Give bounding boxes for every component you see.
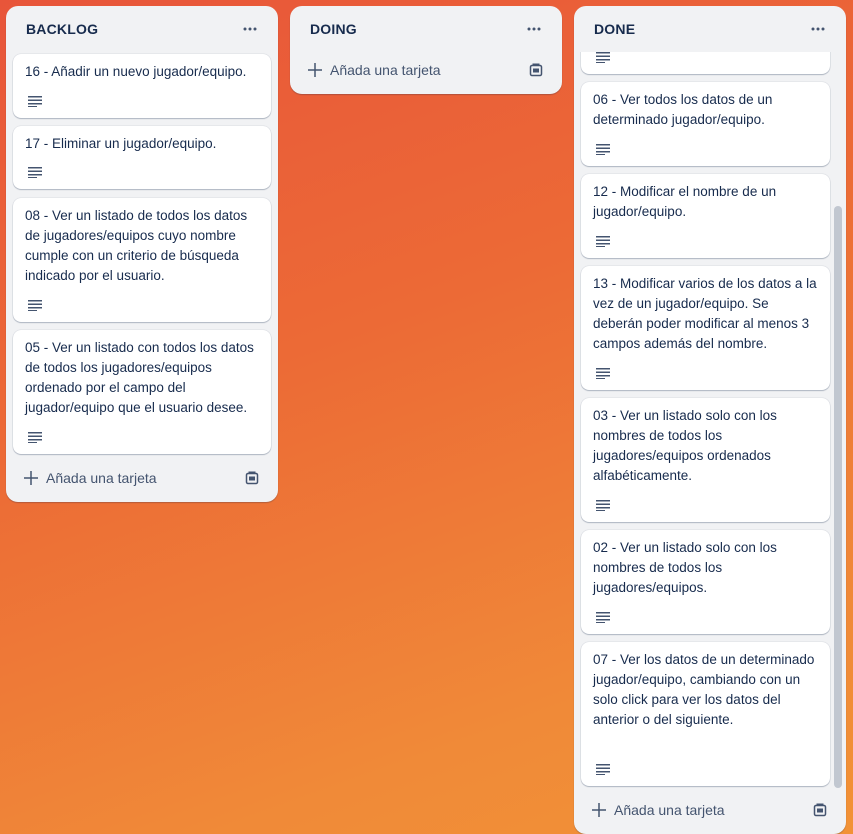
plus-icon [24, 471, 38, 485]
list-menu-button[interactable] [520, 15, 548, 43]
card-template-icon[interactable] [528, 62, 544, 78]
description-icon [596, 52, 610, 63]
card[interactable]: 12 - Modificar el nombre de un jugador/e… [581, 174, 830, 258]
card-title: 08 - Ver un listado de todos los datos d… [25, 208, 248, 283]
card[interactable]: 02 - Ver un listado solo con los nombres… [581, 530, 830, 634]
ellipsis-icon [811, 27, 825, 31]
list-header: DOING [290, 6, 562, 52]
card[interactable] [581, 52, 830, 74]
card[interactable]: 17 - Eliminar un jugador/equipo. [13, 126, 271, 189]
card-title: 13 - Modificar varios de los datos a la … [593, 276, 817, 351]
description-icon [28, 167, 42, 178]
done-card-scroll-area[interactable]: 06 - Ver todos los datos de un determina… [574, 52, 846, 788]
card[interactable]: 06 - Ver todos los datos de un determina… [581, 82, 830, 166]
ellipsis-icon [243, 27, 257, 31]
add-card-label: Añada una tarjeta [330, 62, 441, 78]
card[interactable]: 08 - Ver un listado de todos los datos d… [13, 198, 271, 322]
list-title[interactable]: DOING [310, 21, 357, 37]
list-menu-button[interactable] [236, 15, 264, 43]
list-backlog: BACKLOG 16 - Añadir un nuevo jugador/equ… [6, 6, 278, 502]
description-icon [28, 432, 42, 443]
card[interactable]: 05 - Ver un listado con todos los datos … [13, 330, 271, 454]
card-title: 16 - Añadir un nuevo jugador/equipo. [25, 64, 247, 79]
card[interactable]: 07 - Ver los datos de un determinado jug… [581, 642, 830, 786]
list-title[interactable]: BACKLOG [26, 21, 98, 37]
description-icon [596, 368, 610, 379]
add-card-label: Añada una tarjeta [614, 802, 725, 818]
card-title: 17 - Eliminar un jugador/equipo. [25, 136, 217, 151]
add-card-label: Añada una tarjeta [46, 470, 157, 486]
list-header: DONE [574, 6, 846, 52]
add-card-button[interactable]: Añada una tarjeta [584, 794, 836, 826]
card-title: 05 - Ver un listado con todos los datos … [25, 340, 254, 415]
card-title: 12 - Modificar el nombre de un jugador/e… [593, 184, 777, 219]
plus-icon [592, 803, 606, 817]
plus-icon [308, 63, 322, 77]
card-template-icon[interactable] [812, 802, 828, 818]
list-menu-button[interactable] [804, 15, 832, 43]
add-card-button[interactable]: Añada una tarjeta [16, 462, 268, 494]
card[interactable]: 03 - Ver un listado solo con los nombres… [581, 398, 830, 522]
list-header: BACKLOG [6, 6, 278, 52]
description-icon [596, 612, 610, 623]
scrollbar[interactable] [834, 52, 842, 788]
scrollbar-thumb[interactable] [834, 206, 842, 788]
add-card-button[interactable]: Añada una tarjeta [300, 54, 552, 86]
description-icon [596, 500, 610, 511]
list-title[interactable]: DONE [594, 21, 635, 37]
description-icon [28, 300, 42, 311]
card-title: 03 - Ver un listado solo con los nombres… [593, 408, 777, 483]
ellipsis-icon [527, 27, 541, 31]
description-icon [596, 144, 610, 155]
list-done: DONE 06 - Ver todos los datos de un dete… [574, 6, 846, 834]
card-title: 02 - Ver un listado solo con los nombres… [593, 540, 777, 595]
card-title: 07 - Ver los datos de un determinado jug… [593, 652, 815, 727]
description-icon [596, 764, 610, 775]
list-doing: DOING Añada una tarjeta [290, 6, 562, 94]
card[interactable]: 16 - Añadir un nuevo jugador/equipo. [13, 54, 271, 118]
card-title: 06 - Ver todos los datos de un determina… [593, 92, 773, 127]
card[interactable]: 13 - Modificar varios de los datos a la … [581, 266, 830, 390]
description-icon [28, 96, 42, 107]
card-template-icon[interactable] [244, 470, 260, 486]
description-icon [596, 236, 610, 247]
